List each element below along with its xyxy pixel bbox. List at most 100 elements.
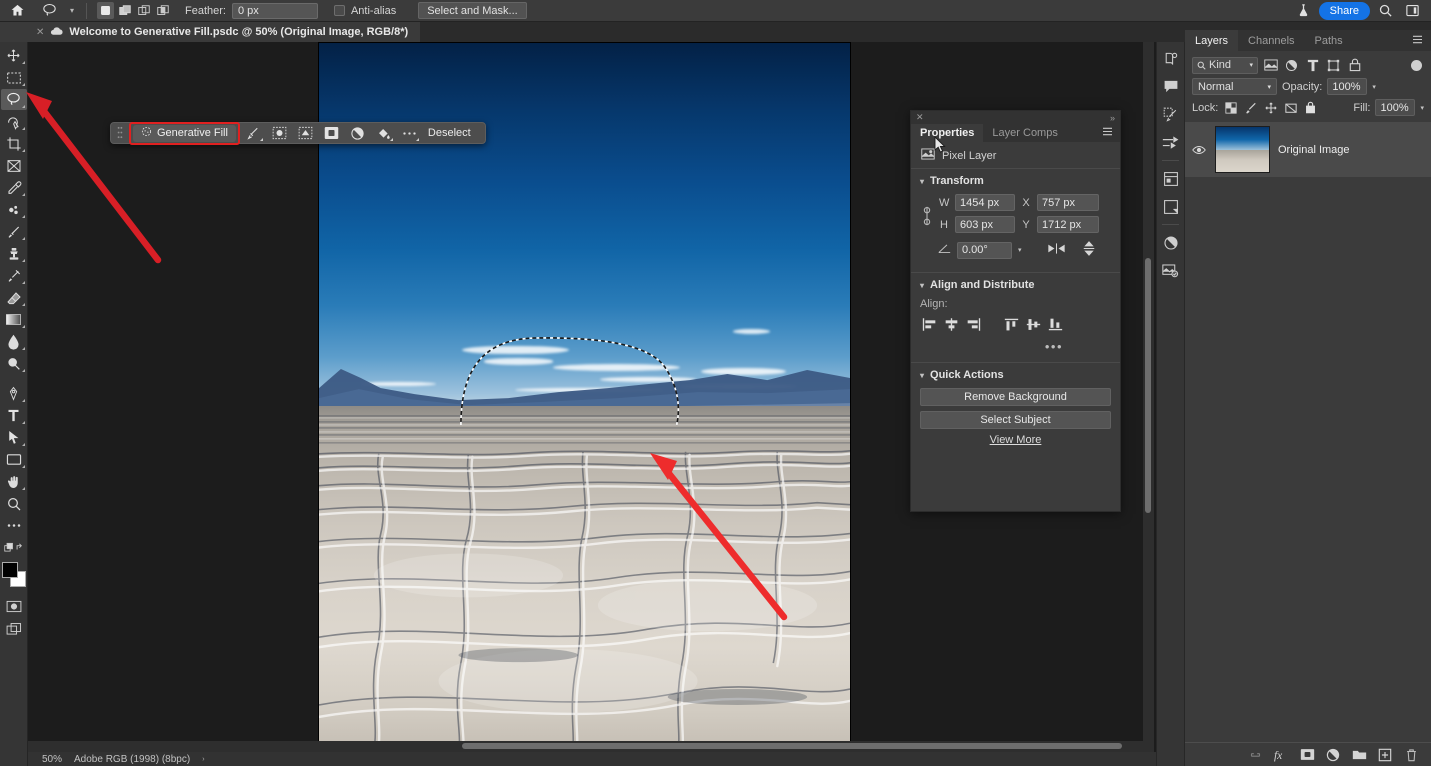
quick-mask-icon[interactable]: [1, 596, 27, 617]
align-section-header[interactable]: ▾ Align and Distribute: [920, 279, 1111, 291]
search-icon[interactable]: [1373, 1, 1397, 21]
marquee-tool[interactable]: [1, 67, 27, 88]
fill-value[interactable]: 100%: [1375, 99, 1416, 116]
layer-row-original-image[interactable]: Original Image: [1185, 122, 1431, 177]
new-adjustment-layer-button[interactable]: [1325, 747, 1341, 763]
lock-artboard-nesting-icon[interactable]: [1283, 100, 1298, 116]
layer-visibility-eye-icon[interactable]: [1191, 145, 1207, 155]
opacity-value[interactable]: 100%: [1327, 78, 1368, 95]
pen-tool[interactable]: [1, 383, 27, 404]
filter-kind-select[interactable]: Kind ▾: [1192, 56, 1258, 74]
quick-actions-header[interactable]: ▾ Quick Actions: [920, 369, 1111, 381]
antialias-checkbox[interactable]: [333, 5, 345, 16]
flip-horizontal-icon[interactable]: [1047, 242, 1065, 258]
invert-selection-icon[interactable]: [268, 123, 292, 143]
default-and-swap-colors[interactable]: [1, 537, 27, 558]
tab-paths[interactable]: Paths: [1305, 30, 1353, 51]
crop-tool[interactable]: [1, 133, 27, 154]
close-icon[interactable]: ✕: [36, 27, 44, 38]
adjustment-half-circle-icon[interactable]: [346, 123, 370, 143]
tool-preset-chevron-down-icon[interactable]: ▾: [64, 6, 80, 15]
content-credentials-icon[interactable]: [1157, 258, 1184, 283]
select-subject-button[interactable]: Select Subject: [920, 411, 1111, 429]
foreground-color-swatch[interactable]: [1, 562, 18, 578]
y-input[interactable]: [1037, 216, 1099, 233]
edit-toolbar-ellipsis-icon[interactable]: [1, 515, 27, 536]
hand-tool[interactable]: [1, 471, 27, 492]
canvas-vertical-scrollbar[interactable]: [1143, 42, 1154, 752]
align-center-vertical-icon[interactable]: [1024, 316, 1043, 333]
view-more-link[interactable]: View More: [920, 434, 1111, 446]
discover-icon[interactable]: [1157, 46, 1184, 71]
properties-sliders-icon[interactable]: [1157, 130, 1184, 155]
chevron-right-icon[interactable]: ›: [202, 756, 204, 763]
x-input[interactable]: [1037, 194, 1099, 211]
select-and-mask-icon[interactable]: [242, 123, 266, 143]
eyedropper-tool[interactable]: [1, 177, 27, 198]
brush-tool[interactable]: [1, 221, 27, 242]
lasso-selection-marquee[interactable]: [457, 333, 712, 426]
angle-chevron-down-icon[interactable]: ▾: [1018, 246, 1022, 254]
rotation-angle-input[interactable]: [957, 241, 1012, 259]
layer-styles-fx-icon[interactable]: fx: [1273, 747, 1289, 763]
transform-section-header[interactable]: ▾ Transform: [920, 175, 1111, 187]
generative-fill-button[interactable]: Generative Fill: [133, 124, 236, 142]
align-top-icon[interactable]: [1002, 316, 1021, 333]
lock-transparent-pixels-checkerboard-icon[interactable]: [1223, 100, 1238, 116]
blend-mode-select[interactable]: Normal ▾: [1192, 78, 1277, 95]
filter-shape-layers-icon[interactable]: [1325, 57, 1342, 74]
align-left-icon[interactable]: [920, 316, 939, 333]
spot-healing-brush-tool[interactable]: [1, 199, 27, 220]
active-tool-lasso-icon[interactable]: [34, 2, 64, 19]
gradient-tool[interactable]: [1, 309, 27, 330]
share-button[interactable]: Share: [1318, 1, 1370, 20]
transform-selection-icon[interactable]: [294, 123, 318, 143]
lock-all-lock-icon[interactable]: [1303, 100, 1318, 116]
panel-menu-icon[interactable]: [1412, 35, 1431, 47]
paint-bucket-icon[interactable]: [372, 123, 396, 143]
add-selection-icon[interactable]: [116, 2, 133, 19]
deselect-button[interactable]: Deselect: [424, 127, 479, 139]
align-more-ellipsis-icon[interactable]: •••: [920, 339, 1111, 354]
chevron-down-icon[interactable]: ▾: [1267, 83, 1271, 91]
select-and-mask-button[interactable]: Select and Mask...: [418, 2, 527, 19]
adjustments-icon[interactable]: [1157, 102, 1184, 127]
tab-properties[interactable]: Properties: [911, 124, 984, 142]
clone-stamp-tool[interactable]: [1, 243, 27, 264]
delete-layer-trash-icon[interactable]: [1403, 747, 1419, 763]
close-icon[interactable]: ✕: [916, 112, 924, 123]
eraser-tool[interactable]: [1, 287, 27, 308]
flip-vertical-icon[interactable]: [1082, 241, 1096, 259]
scrollbar-thumb[interactable]: [462, 743, 1122, 749]
layer-thumbnail[interactable]: [1215, 126, 1270, 173]
filter-type-layers-t-icon[interactable]: [1304, 57, 1321, 74]
adjustment-half-circle-icon[interactable]: [1157, 230, 1184, 255]
chevron-down-icon[interactable]: ▾: [920, 177, 924, 186]
canvas-horizontal-scrollbar[interactable]: [28, 741, 1143, 752]
collapse-panel-icon[interactable]: »: [1110, 113, 1115, 123]
tab-layers[interactable]: Layers: [1185, 30, 1239, 51]
filter-adjustment-layers-icon[interactable]: [1283, 57, 1300, 74]
tab-channels[interactable]: Channels: [1238, 30, 1304, 51]
libraries-icon[interactable]: [1157, 166, 1184, 191]
scrollbar-thumb[interactable]: [1145, 258, 1151, 513]
link-aspect-ratio-icon[interactable]: [920, 204, 934, 228]
flask-icon[interactable]: [1292, 1, 1316, 21]
drag-grip-icon[interactable]: [117, 126, 125, 140]
lasso-tool[interactable]: [0, 89, 27, 110]
width-input[interactable]: [955, 194, 1015, 211]
home-icon[interactable]: [0, 3, 34, 18]
color-swatches[interactable]: [1, 562, 27, 590]
rectangle-tool[interactable]: [1, 449, 27, 470]
document-tab[interactable]: ✕ Welcome to Generative Fill.psdc @ 50% …: [30, 22, 421, 42]
height-input[interactable]: [955, 216, 1015, 233]
new-selection-icon[interactable]: [97, 2, 114, 19]
feather-input[interactable]: [231, 2, 318, 19]
move-tool[interactable]: [1, 45, 27, 66]
new-group-folder-icon[interactable]: [1351, 747, 1367, 763]
tab-layer-comps[interactable]: Layer Comps: [983, 124, 1066, 142]
lock-image-pixels-brush-icon[interactable]: [1243, 100, 1258, 116]
type-tool[interactable]: [1, 405, 27, 426]
lock-position-move-icon[interactable]: [1263, 100, 1278, 116]
opacity-chevron-down-icon[interactable]: ▾: [1372, 83, 1376, 91]
